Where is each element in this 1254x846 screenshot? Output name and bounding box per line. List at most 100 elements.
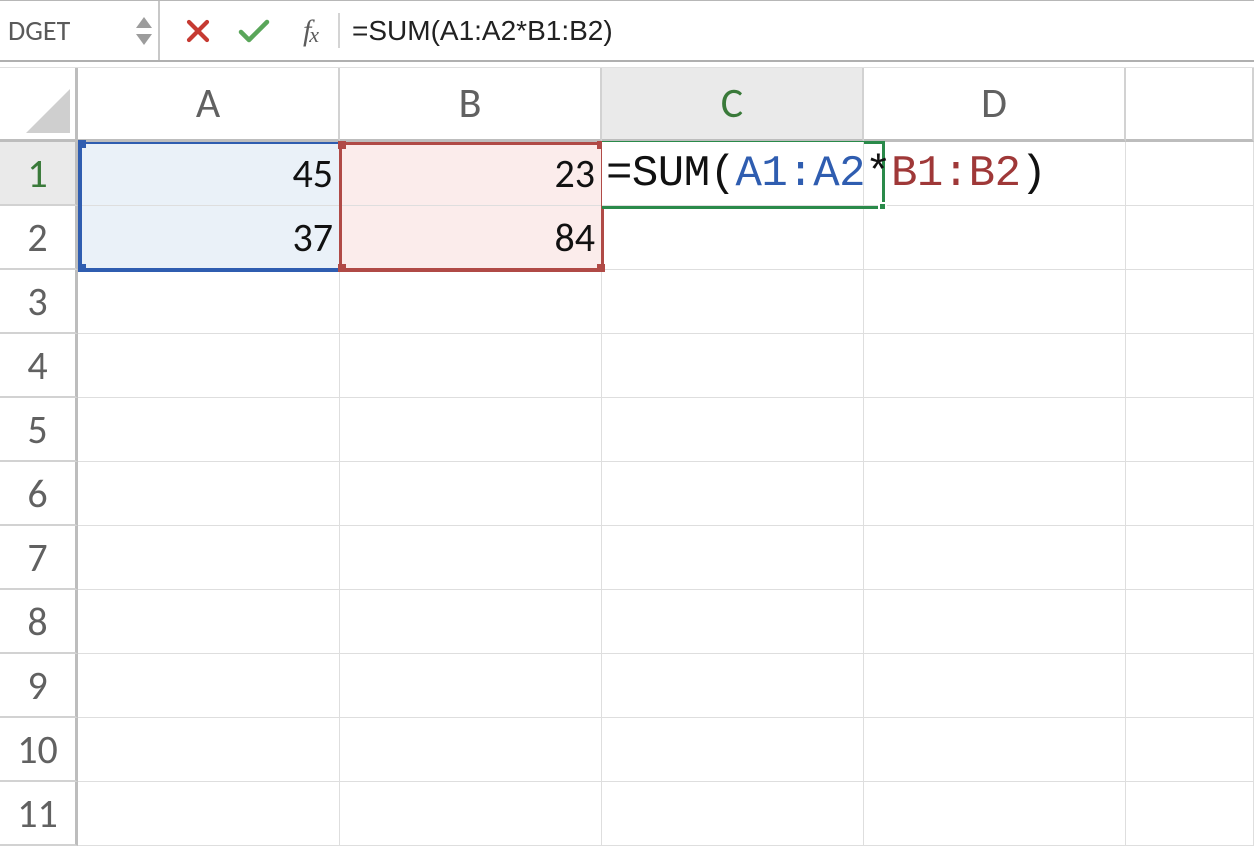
enter-button[interactable]	[226, 1, 282, 60]
cell[interactable]	[864, 782, 1126, 846]
cell-C1[interactable]: =SUM(A1:A2*B1:B2)	[602, 142, 864, 206]
name-box-stepper[interactable]	[136, 17, 152, 45]
cell-C1-formula: =SUM(A1:A2*B1:B2)	[606, 149, 1046, 199]
row-header[interactable]: 1	[0, 142, 78, 206]
cell[interactable]	[602, 334, 864, 398]
cell[interactable]	[78, 398, 340, 462]
cell[interactable]	[340, 462, 602, 526]
check-icon	[237, 17, 271, 45]
cell[interactable]	[864, 654, 1126, 718]
table-row	[78, 270, 1254, 334]
cell[interactable]	[602, 782, 864, 846]
name-box-value: DGET	[8, 13, 70, 48]
row-header[interactable]: 7	[0, 526, 78, 590]
cell[interactable]	[864, 526, 1126, 590]
table-row	[78, 526, 1254, 590]
cell[interactable]	[1126, 782, 1254, 846]
cell[interactable]	[78, 718, 340, 782]
row-header[interactable]: 2	[0, 206, 78, 270]
cell[interactable]	[1126, 334, 1254, 398]
cell[interactable]	[1126, 398, 1254, 462]
row-header[interactable]: 6	[0, 462, 78, 526]
name-box[interactable]: DGET	[0, 1, 160, 60]
cell[interactable]	[864, 590, 1126, 654]
formula-bar: DGET fx =SUM(A1:A2*B1:B2)	[0, 0, 1254, 62]
cell[interactable]	[340, 270, 602, 334]
column-header[interactable]: C	[602, 68, 864, 142]
table-row: 37 84	[78, 206, 1254, 270]
table-row	[78, 334, 1254, 398]
cell[interactable]	[602, 270, 864, 334]
cell[interactable]	[340, 526, 602, 590]
column-header[interactable]: A	[78, 68, 340, 142]
cell-A2[interactable]: 37	[78, 206, 340, 270]
row-header[interactable]: 3	[0, 270, 78, 334]
cell[interactable]	[78, 462, 340, 526]
close-icon	[185, 18, 211, 44]
table-row	[78, 590, 1254, 654]
column-headers: A B C D	[78, 68, 1254, 142]
cell[interactable]	[340, 718, 602, 782]
table-row	[78, 718, 1254, 782]
cell[interactable]	[1126, 654, 1254, 718]
select-all-corner[interactable]	[0, 68, 78, 142]
fx-label[interactable]: fx	[282, 1, 338, 60]
table-row	[78, 398, 1254, 462]
cell[interactable]	[602, 654, 864, 718]
cell[interactable]	[340, 398, 602, 462]
cell[interactable]	[78, 526, 340, 590]
cell[interactable]	[1126, 462, 1254, 526]
table-row	[78, 654, 1254, 718]
cell[interactable]	[602, 526, 864, 590]
column-header[interactable]	[1126, 68, 1254, 142]
cell-A1[interactable]: 45	[78, 142, 340, 206]
cancel-button[interactable]	[170, 1, 226, 60]
table-row	[78, 462, 1254, 526]
cell-B2[interactable]: 84	[340, 206, 602, 270]
cell[interactable]	[78, 590, 340, 654]
cell[interactable]	[340, 782, 602, 846]
cell[interactable]	[864, 398, 1126, 462]
cell-D2[interactable]	[864, 206, 1126, 270]
cell[interactable]	[1126, 526, 1254, 590]
cell[interactable]	[864, 462, 1126, 526]
chevron-down-icon[interactable]	[136, 34, 152, 45]
cell[interactable]	[340, 334, 602, 398]
cell[interactable]	[602, 590, 864, 654]
cells-area[interactable]: 45 23 =SUM(A1:A2*B1:B2) 37 84	[78, 142, 1254, 836]
row-header[interactable]: 8	[0, 590, 78, 654]
cell-E2[interactable]	[1126, 206, 1254, 270]
formula-input[interactable]: =SUM(A1:A2*B1:B2)	[340, 1, 1254, 60]
cell[interactable]	[78, 334, 340, 398]
row-headers: 1 2 3 4 5 6 7 8 9 10 11	[0, 142, 78, 836]
cell[interactable]	[602, 718, 864, 782]
column-header[interactable]: B	[340, 68, 602, 142]
column-header[interactable]: D	[864, 68, 1126, 142]
cell[interactable]	[602, 462, 864, 526]
cell-B1[interactable]: 23	[340, 142, 602, 206]
cell[interactable]	[602, 398, 864, 462]
chevron-up-icon[interactable]	[136, 17, 152, 28]
cell-C2[interactable]	[602, 206, 864, 270]
cell-E1[interactable]	[1126, 142, 1254, 206]
cell[interactable]	[340, 590, 602, 654]
row-header[interactable]: 4	[0, 334, 78, 398]
row-header[interactable]: 9	[0, 654, 78, 718]
cell[interactable]	[1126, 590, 1254, 654]
table-row	[78, 782, 1254, 846]
cell[interactable]	[78, 270, 340, 334]
cell[interactable]	[1126, 718, 1254, 782]
cell[interactable]	[340, 654, 602, 718]
row-header[interactable]: 5	[0, 398, 78, 462]
formula-text: =SUM(A1:A2*B1:B2)	[352, 15, 613, 47]
row-header[interactable]: 10	[0, 718, 78, 782]
cell[interactable]	[78, 654, 340, 718]
table-row: 45 23 =SUM(A1:A2*B1:B2)	[78, 142, 1254, 206]
cell[interactable]	[1126, 270, 1254, 334]
cell[interactable]	[864, 334, 1126, 398]
cell[interactable]	[864, 270, 1126, 334]
cell[interactable]	[864, 718, 1126, 782]
spreadsheet-grid: A B C D 1 2 3 4 5 6 7 8 9 10 11 45 23 =S…	[0, 62, 1254, 836]
row-header[interactable]: 11	[0, 782, 78, 846]
cell[interactable]	[78, 782, 340, 846]
